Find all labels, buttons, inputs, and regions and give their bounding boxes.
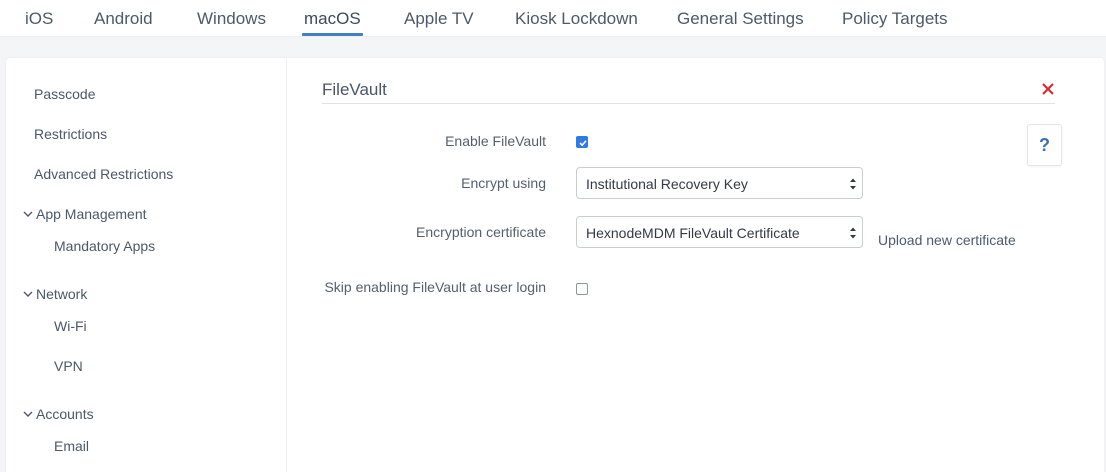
section-title: FileVault <box>322 80 387 99</box>
tab-macos[interactable]: macOS <box>302 9 363 37</box>
encrypt-using-select[interactable]: Institutional Recovery Key <box>576 167 863 199</box>
chevron-down-icon <box>23 291 33 297</box>
tab-policy-targets[interactable]: Policy Targets <box>842 9 948 37</box>
sidebar-item-email[interactable]: Email <box>54 438 89 454</box>
filevault-settings: FileVault ? Enable FileVault Encrypt usi… <box>287 58 1104 472</box>
tab-kiosk-lockdown[interactable]: Kiosk Lockdown <box>515 9 638 37</box>
tab-ios[interactable]: iOS <box>25 9 53 37</box>
enable-filevault-checkbox[interactable] <box>576 136 588 148</box>
policy-panel: Passcode Restrictions Advanced Restricti… <box>6 58 1104 472</box>
help-icon[interactable]: ? <box>1027 124 1062 166</box>
close-icon[interactable] <box>1041 82 1055 96</box>
tab-windows[interactable]: Windows <box>197 9 266 37</box>
sidebar-item-passcode[interactable]: Passcode <box>34 86 95 102</box>
title-divider <box>322 103 1055 104</box>
sidebar-item-restrictions[interactable]: Restrictions <box>34 126 107 142</box>
skip-login-checkbox[interactable] <box>576 283 588 295</box>
upload-certificate-link[interactable]: Upload new certificate <box>878 232 1016 248</box>
platform-tab-bar: iOS Android Windows macOS Apple TV Kiosk… <box>0 0 1106 37</box>
policy-sidebar: Passcode Restrictions Advanced Restricti… <box>6 58 287 472</box>
sidebar-group-label: Accounts <box>36 406 94 422</box>
sidebar-group-label: Network <box>36 286 88 302</box>
chevron-down-icon <box>23 211 33 217</box>
help-label: ? <box>1039 134 1050 155</box>
select-arrows-icon <box>850 227 856 239</box>
sidebar-item-vpn[interactable]: VPN <box>54 358 83 374</box>
tab-apple-tv[interactable]: Apple TV <box>404 9 474 37</box>
sidebar-group-accounts[interactable]: Accounts <box>22 406 94 422</box>
select-arrows-icon <box>850 178 856 190</box>
tab-android[interactable]: Android <box>94 9 153 37</box>
checkmark-icon <box>579 140 587 147</box>
sidebar-group-app-management[interactable]: App Management <box>22 206 147 222</box>
encryption-certificate-select[interactable]: HexnodeMDM FileVault Certificate <box>576 216 863 248</box>
sidebar-group-label: App Management <box>36 206 147 222</box>
sidebar-item-mandatory-apps[interactable]: Mandatory Apps <box>54 238 155 254</box>
sidebar-item-advanced-restrictions[interactable]: Advanced Restrictions <box>34 166 173 182</box>
tab-general-settings[interactable]: General Settings <box>677 9 804 37</box>
skip-login-label: Skip enabling FileVault at user login <box>324 279 546 295</box>
enable-filevault-label: Enable FileVault <box>445 133 546 149</box>
encrypt-using-value: Institutional Recovery Key <box>586 176 748 192</box>
encrypt-using-label: Encrypt using <box>461 175 546 191</box>
encryption-certificate-label: Encryption certificate <box>416 224 546 240</box>
sidebar-item-wifi[interactable]: Wi-Fi <box>54 318 87 334</box>
sidebar-group-network[interactable]: Network <box>22 286 87 302</box>
chevron-down-icon <box>23 411 33 417</box>
encryption-certificate-value: HexnodeMDM FileVault Certificate <box>586 225 800 241</box>
